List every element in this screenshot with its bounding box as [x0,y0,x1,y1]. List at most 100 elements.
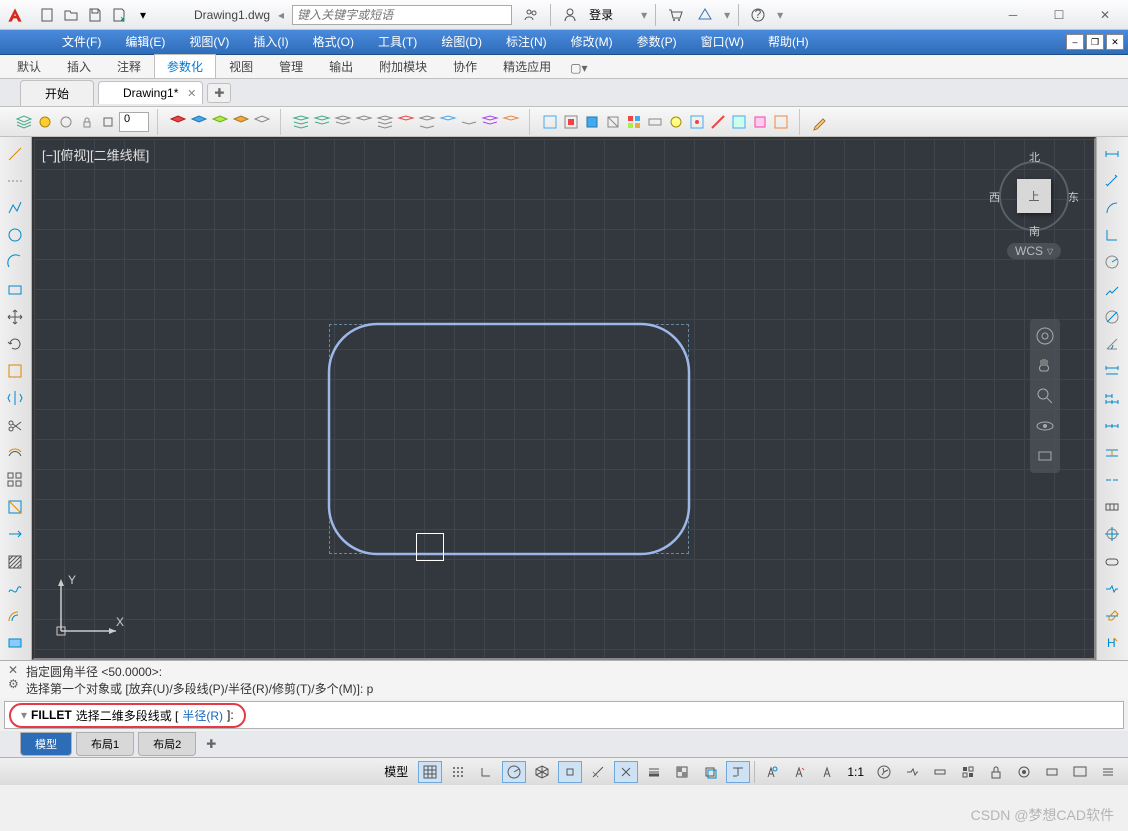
wcs-badge[interactable]: WCS▽ [1007,243,1061,259]
lock-ui-icon[interactable] [984,761,1008,783]
layer-lock-icon[interactable] [77,112,97,132]
scissors-icon[interactable] [2,413,28,438]
mdi-restore-button[interactable]: ❐ [1086,34,1104,50]
transparency-icon[interactable] [670,761,694,783]
props9-icon[interactable] [708,112,728,132]
minimize-button[interactable]: ─ [990,0,1036,30]
mdi-minimize-button[interactable]: – [1066,34,1084,50]
lwt-icon[interactable] [642,761,666,783]
status-model-label[interactable]: 模型 [384,763,408,780]
help-icon[interactable]: ? [747,4,769,26]
layout-tab-layout2[interactable]: 布局2 [138,732,196,756]
ucs-icon[interactable]: Y X [46,566,126,646]
zoom-extents-icon[interactable] [1034,385,1056,407]
close-icon[interactable]: ✕ [187,87,196,100]
layerstack10-icon[interactable] [480,112,500,132]
arc-tool-icon[interactable] [2,250,28,275]
view-cube[interactable]: 北 东 南 西 上 WCS▽ [989,149,1079,259]
login-label[interactable]: 登录 [589,6,613,23]
rectangle-tool-icon[interactable] [2,277,28,302]
menu-window[interactable]: 窗口(W) [689,30,756,55]
hardware-icon[interactable] [1040,761,1064,783]
rectangle2-icon[interactable] [2,359,28,384]
menu-dimension[interactable]: 标注(N) [494,30,559,55]
menu-format[interactable]: 格式(O) [301,30,366,55]
drawing-object-rounded-rect[interactable] [324,319,694,559]
open-icon[interactable] [60,4,82,26]
compass-north[interactable]: 北 [1029,149,1040,165]
menu-file[interactable]: 文件(F) [50,30,113,55]
annotation2-icon[interactable] [787,761,811,783]
ellipse-tool-icon[interactable] [2,603,28,628]
dim-diameter-icon[interactable] [1099,304,1125,329]
layerstack8-icon[interactable] [438,112,458,132]
search-input[interactable] [292,5,512,25]
menu-edit[interactable]: 编辑(E) [113,30,177,55]
osnap3d-icon[interactable] [614,761,638,783]
osnap-toggle-icon[interactable] [558,761,582,783]
props3-icon[interactable] [582,112,602,132]
cmd-close-icon[interactable]: ✕⚙ [8,663,26,697]
doc-tab-start[interactable]: 开始 [20,80,94,106]
spline-tool-icon[interactable] [2,576,28,601]
menu-help[interactable]: 帮助(H) [756,30,821,55]
units-icon[interactable] [928,761,952,783]
layerstack3-icon[interactable] [333,112,353,132]
layers4-icon[interactable] [231,112,251,132]
props5-icon[interactable] [624,112,644,132]
point-tool-icon[interactable] [2,631,28,656]
doc-tab-drawing1[interactable]: Drawing1*✕ [98,81,203,104]
props2-icon[interactable] [561,112,581,132]
pan-icon[interactable] [1034,355,1056,377]
save-icon[interactable] [84,4,106,26]
dim-radius-icon[interactable] [1099,250,1125,275]
center-mark-icon[interactable] [1099,522,1125,547]
layout-tab-model[interactable]: 模型 [20,732,72,756]
ribbon-tab-view[interactable]: 视图 [216,54,266,78]
brush-icon[interactable] [810,112,830,132]
cycling-icon[interactable] [698,761,722,783]
circle-tool-icon[interactable] [2,223,28,248]
layers3-icon[interactable] [210,112,230,132]
layerstack11-icon[interactable] [501,112,521,132]
jogged-linear-icon[interactable] [1099,576,1125,601]
cube-top-face[interactable]: 上 [1017,179,1051,213]
ribbon-tab-annotate[interactable]: 注释 [104,54,154,78]
props7-icon[interactable] [666,112,686,132]
ribbon-tab-manage[interactable]: 管理 [266,54,316,78]
add-tab-button[interactable]: ✚ [207,83,231,103]
ortho-toggle-icon[interactable] [474,761,498,783]
stretch-tool-icon[interactable] [2,522,28,547]
layerstack9-icon[interactable] [459,112,479,132]
dim-ordinate-icon[interactable] [1099,223,1125,248]
command-option[interactable]: 半径(R) [182,707,223,724]
scale-label[interactable]: 1:1 [847,765,864,779]
annotation1-icon[interactable] [759,761,783,783]
close-button[interactable]: ✕ [1082,0,1128,30]
layers-icon[interactable] [168,112,188,132]
cart-icon[interactable] [664,4,686,26]
command-input[interactable]: ▾ FILLET 选择二维多段线或 [半径(R)]: [4,701,1124,729]
ribbon-tab-default[interactable]: 默认 [4,54,54,78]
search-people-icon[interactable] [520,4,542,26]
menu-insert[interactable]: 插入(I) [241,30,300,55]
props6-icon[interactable] [645,112,665,132]
app-icon[interactable] [0,0,30,30]
array-rect-icon[interactable] [2,467,28,492]
props11-icon[interactable] [750,112,770,132]
layerstack6-icon[interactable] [396,112,416,132]
orbit-icon[interactable] [1034,415,1056,437]
saveas-icon[interactable] [108,4,130,26]
line-tool-icon[interactable] [2,141,28,166]
dim-tedit-icon[interactable]: H [1099,631,1125,656]
construction-line-icon[interactable] [2,168,28,193]
layers2-icon[interactable] [189,112,209,132]
move-tool-icon[interactable] [2,304,28,329]
user-icon[interactable] [559,4,581,26]
ribbon-tab-insert[interactable]: 插入 [54,54,104,78]
drawing-canvas[interactable]: [−][俯视][二维线框] 北 东 南 西 上 WCS▽ Y X [32,137,1096,660]
props4-icon[interactable] [603,112,623,132]
otrack-icon[interactable] [586,761,610,783]
dim-jogged-icon[interactable] [1099,277,1125,302]
steering-wheel-icon[interactable] [1034,325,1056,347]
